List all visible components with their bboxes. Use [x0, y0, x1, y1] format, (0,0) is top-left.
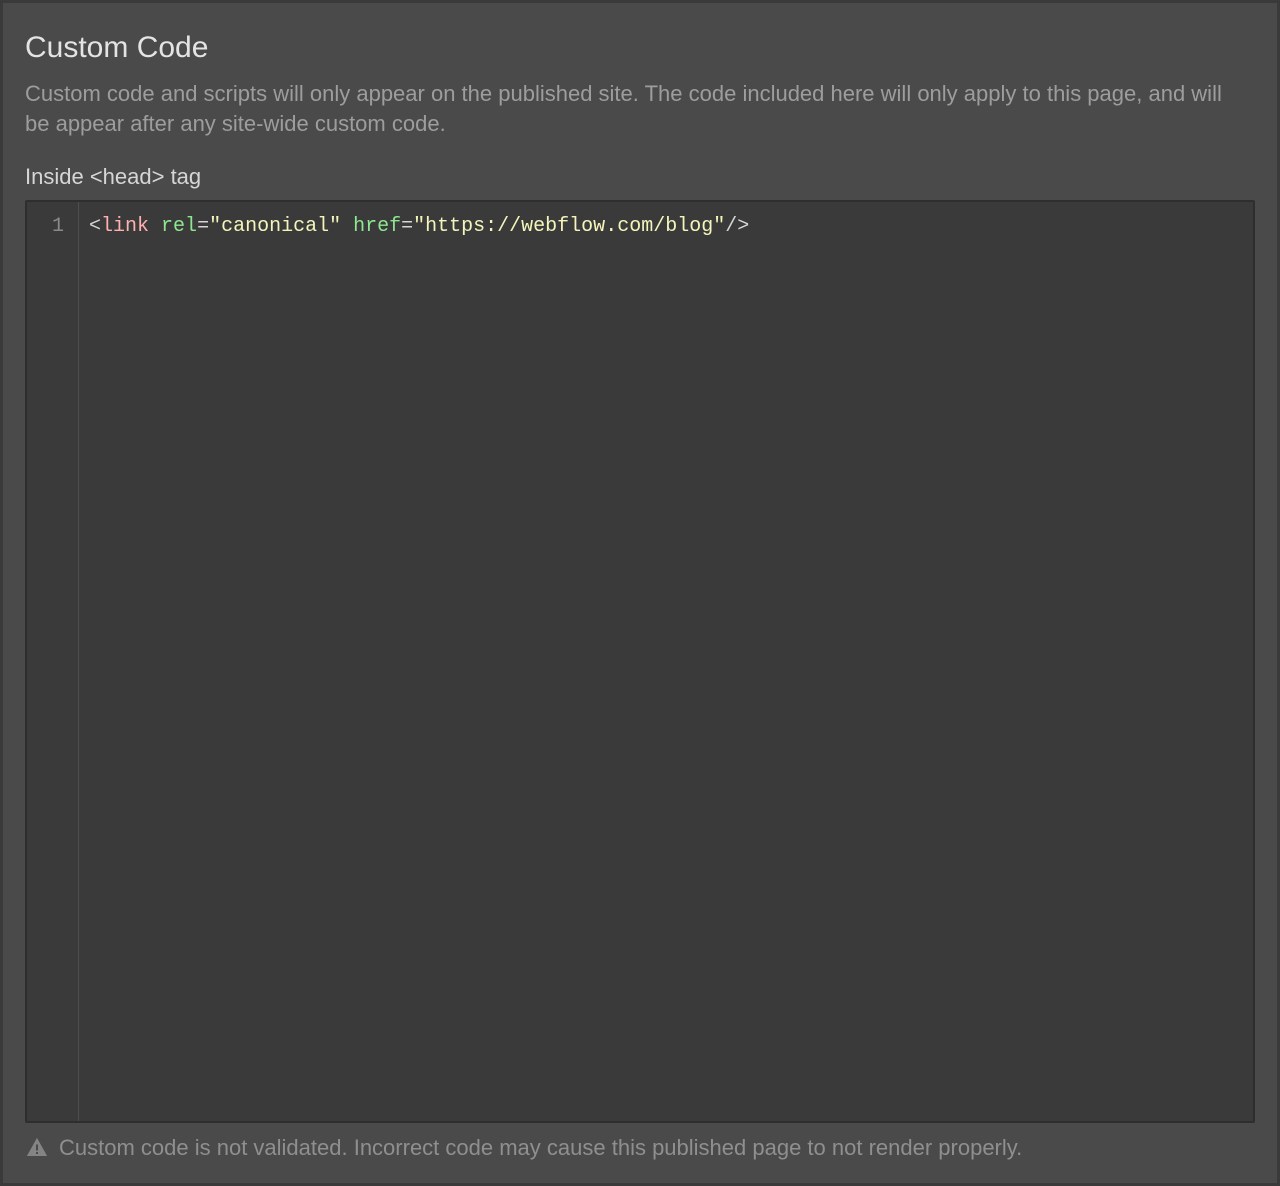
code-token-punct: <: [89, 215, 101, 238]
code-token-attr: rel: [161, 215, 197, 238]
code-token-str: "canonical": [209, 215, 341, 238]
code-token-punct: />: [725, 215, 749, 238]
code-content[interactable]: <link rel="canonical" href="https://webf…: [79, 202, 1253, 1121]
validation-warning-text: Custom code is not validated. Incorrect …: [59, 1135, 1022, 1161]
head-code-editor[interactable]: 1 <link rel="canonical" href="https://we…: [25, 200, 1255, 1123]
line-number: 1: [27, 212, 78, 242]
section-description: Custom code and scripts will only appear…: [25, 79, 1225, 138]
code-gutter: 1: [27, 202, 79, 1121]
warning-icon: [25, 1136, 49, 1160]
validation-warning: Custom code is not validated. Incorrect …: [25, 1123, 1255, 1161]
code-token-str: "https://webflow.com/blog": [413, 215, 725, 238]
code-token-eq: =: [197, 215, 209, 238]
section-title: Custom Code: [25, 31, 1255, 65]
code-token-eq: =: [401, 215, 413, 238]
code-token-tag: link: [101, 215, 149, 238]
code-token-attr: href: [353, 215, 401, 238]
head-tag-label: Inside <head> tag: [25, 164, 1255, 190]
custom-code-panel: Custom Code Custom code and scripts will…: [0, 0, 1280, 1186]
